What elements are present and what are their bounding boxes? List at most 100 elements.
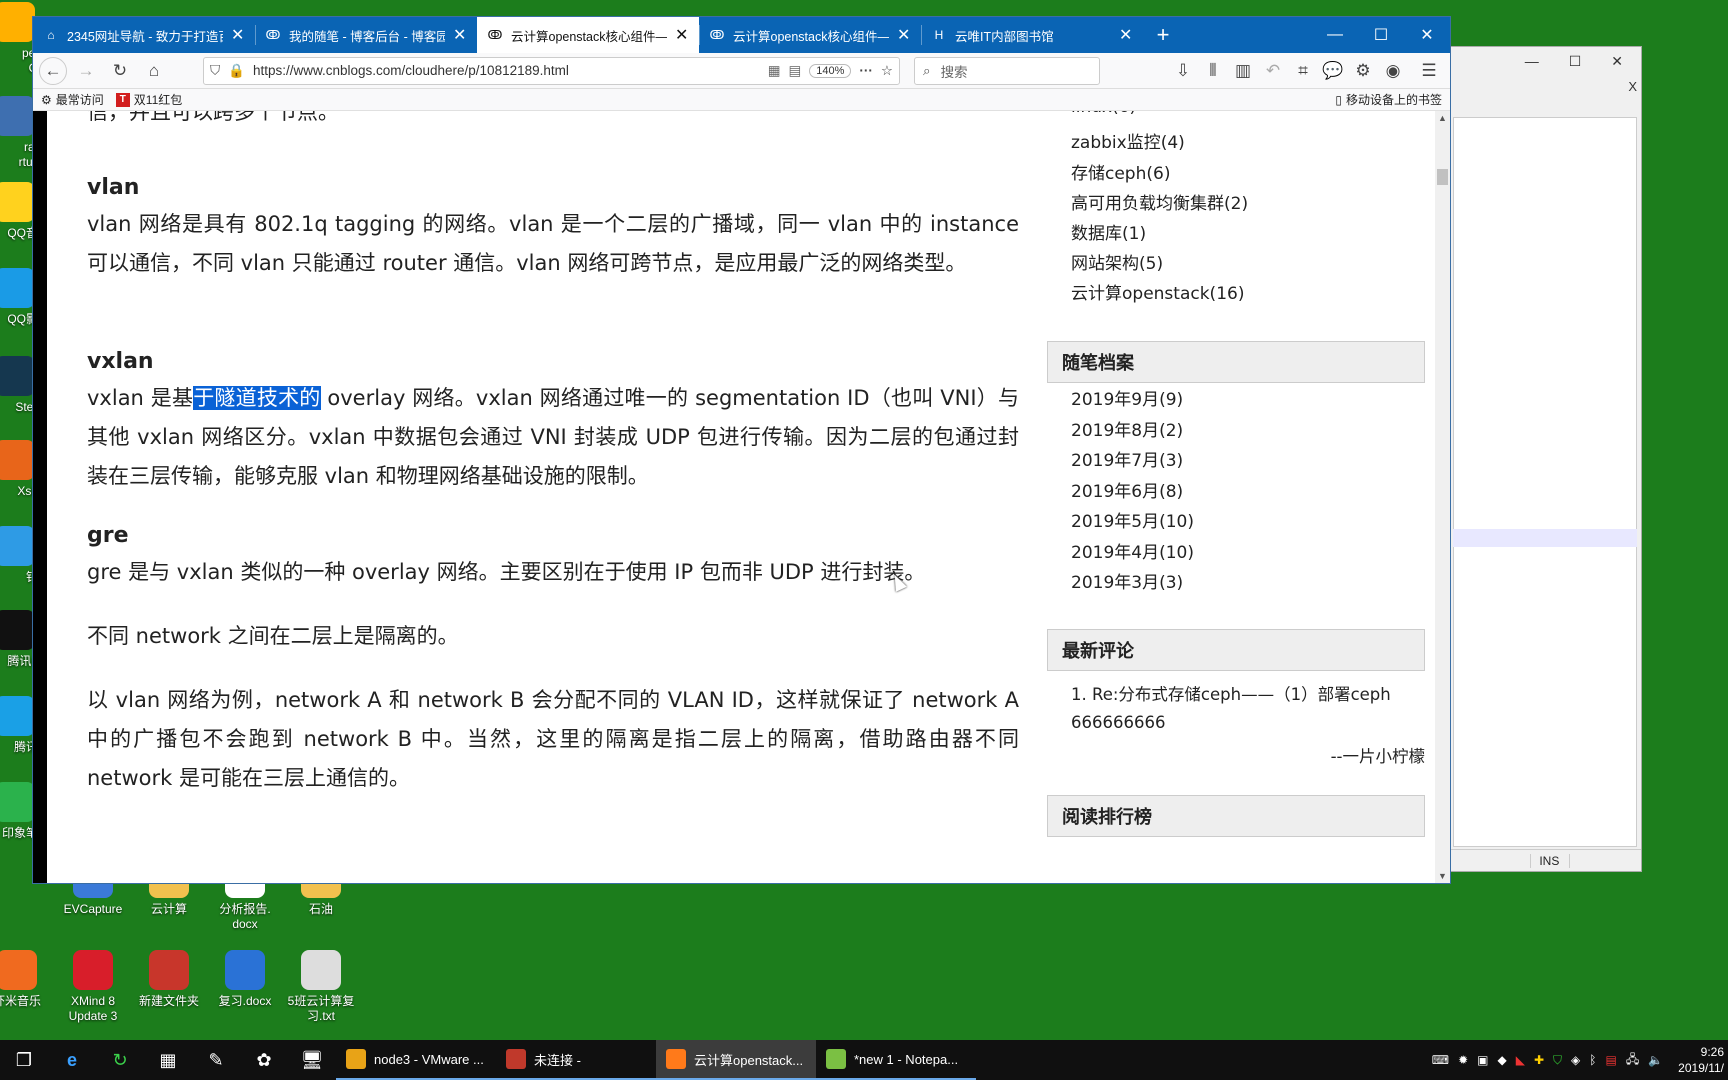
- category-link[interactable]: 网站架构(5): [1071, 249, 1163, 274]
- tray-app-icon[interactable]: ▣: [1477, 1053, 1488, 1067]
- tray-app-icon[interactable]: ✚: [1534, 1053, 1544, 1067]
- qr-code-icon[interactable]: ▦: [768, 63, 781, 79]
- bluetooth-icon[interactable]: ᛒ: [1589, 1053, 1596, 1067]
- page-viewport[interactable]: 信，并且可以跨多个节点。 vlan vlan 网络是具有 802.1q tagg…: [33, 111, 1450, 883]
- tray-app-icon[interactable]: ✹: [1458, 1053, 1468, 1067]
- url-bar[interactable]: ⛉ 🔒 https://www.cnblogs.com/cloudhere/p/…: [203, 56, 900, 85]
- task-view-icon[interactable]: ❐: [0, 1040, 48, 1080]
- close-button[interactable]: ✕: [1404, 17, 1450, 53]
- refresh-app-icon[interactable]: ↻: [96, 1040, 144, 1080]
- minimize-button[interactable]: —: [1312, 17, 1358, 53]
- ie-icon[interactable]: e: [48, 1040, 96, 1080]
- taskbar-task[interactable]: node3 - VMware ...: [336, 1040, 496, 1080]
- desktop-icon[interactable]: 5班云计算复 习.txt: [282, 950, 360, 1024]
- selected-text[interactable]: 于隧道技术的: [193, 386, 321, 410]
- bookmark-star-icon[interactable]: ☆: [881, 63, 893, 79]
- chat-icon[interactable]: 💬: [1318, 56, 1348, 86]
- tab-close-icon[interactable]: ✕: [231, 25, 245, 45]
- tray-app-icon[interactable]: ◣: [1516, 1053, 1525, 1067]
- new-tab-button[interactable]: +: [1143, 17, 1183, 53]
- archive-link[interactable]: 2019年5月(10): [1071, 507, 1194, 532]
- archive-link[interactable]: 2019年9月(9): [1071, 385, 1183, 410]
- shield-icon[interactable]: ⛉: [1553, 1053, 1562, 1068]
- computer-icon[interactable]: 🖥: [288, 1040, 336, 1080]
- library-icon[interactable]: ⫴: [1198, 56, 1228, 86]
- tray-app-icon[interactable]: ◈: [1571, 1053, 1580, 1067]
- sidebar-icon[interactable]: ▥: [1228, 56, 1258, 86]
- desktop-icon[interactable]: 复习.docx: [206, 950, 284, 1009]
- crop-icon[interactable]: ⌗: [1288, 56, 1318, 86]
- web-page[interactable]: 信，并且可以跨多个节点。 vlan vlan 网络是具有 802.1q tagg…: [47, 111, 1435, 883]
- taskbar-task[interactable]: 云计算openstack...: [656, 1040, 816, 1080]
- archive-link[interactable]: 2019年6月(8): [1071, 477, 1183, 502]
- browser-window[interactable]: ⌂ 2345网址导航 - 致力于打造百 ✕ ↂ 我的随笔 - 博客后台 - 博客园 ✕ ↂ 云…: [32, 16, 1451, 884]
- tab-close-icon[interactable]: ✕: [1119, 25, 1133, 45]
- clock[interactable]: 9:26 2019/11/: [1672, 1044, 1724, 1076]
- category-link[interactable]: zabbix监控(4): [1071, 128, 1185, 153]
- home-button[interactable]: ⌂: [139, 56, 169, 86]
- archive-link[interactable]: 2019年4月(10): [1071, 538, 1194, 563]
- app-icon: [0, 96, 35, 136]
- scroll-down-icon[interactable]: ▼: [1435, 869, 1450, 883]
- page-scrollbar[interactable]: ▲ ▼: [1435, 111, 1450, 883]
- archive-link[interactable]: 2019年8月(2): [1071, 416, 1183, 441]
- comment-author[interactable]: --一片小柠檬: [1331, 743, 1425, 767]
- extension-icon[interactable]: ⚙: [1348, 56, 1378, 86]
- minimize-icon[interactable]: —: [1525, 53, 1539, 69]
- maximize-button[interactable]: ☐: [1358, 17, 1404, 53]
- bg-editor-area[interactable]: [1453, 117, 1637, 847]
- browser-tab[interactable]: ↂ 云计算openstack核心组件—— ✕: [699, 17, 921, 53]
- browser-tab[interactable]: H 云唯IT内部图书馆 ✕: [921, 17, 1143, 53]
- search-input[interactable]: ⌕ 搜索: [914, 56, 1100, 85]
- scroll-thumb[interactable]: [1437, 169, 1448, 185]
- tool-icon[interactable]: ✎: [192, 1040, 240, 1080]
- keyboard-icon[interactable]: ⌨: [1432, 1053, 1449, 1067]
- maximize-icon[interactable]: ☐: [1569, 53, 1582, 70]
- network-icon[interactable]: 🖧: [1626, 1050, 1639, 1071]
- reader-view-icon[interactable]: ▤: [788, 63, 801, 79]
- tray-app-icon[interactable]: ◆: [1498, 1053, 1507, 1067]
- tab-close-icon[interactable]: ✕: [897, 25, 911, 45]
- taskbar-task[interactable]: 未连接 -: [496, 1040, 656, 1080]
- browser-tab[interactable]: ⌂ 2345网址导航 - 致力于打造百 ✕: [33, 17, 255, 53]
- browser-tab[interactable]: ↂ 我的随笔 - 博客后台 - 博客园 ✕: [255, 17, 477, 53]
- archive-link[interactable]: 2019年3月(3): [1071, 568, 1183, 593]
- tray-app-icon[interactable]: ▤: [1605, 1053, 1616, 1067]
- url-text[interactable]: https://www.cnblogs.com/cloudhere/p/1081…: [253, 63, 760, 78]
- shield-icon[interactable]: ⛉: [210, 63, 220, 79]
- comment-title-link[interactable]: 1. Re:分布式存储ceph——（1）部署ceph: [1071, 681, 1391, 705]
- category-link[interactable]: linux(6): [1071, 111, 1136, 117]
- calculator-icon[interactable]: ▦: [144, 1040, 192, 1080]
- account-icon[interactable]: ◉: [1378, 56, 1408, 86]
- close-icon[interactable]: ✕: [1611, 53, 1623, 70]
- browser-tab[interactable]: ↂ 云计算openstack核心组件—— ✕: [477, 17, 699, 53]
- tab-close-icon[interactable]: ✕: [453, 25, 467, 45]
- bookmark-most-visited[interactable]: ⚙ 最常访问: [41, 91, 104, 108]
- lock-icon[interactable]: 🔒: [228, 63, 245, 79]
- archive-link[interactable]: 2019年7月(3): [1071, 446, 1183, 471]
- forward-button[interactable]: →: [71, 56, 101, 86]
- gear-icon: ⚙: [41, 92, 52, 107]
- download-icon[interactable]: ⇩: [1168, 56, 1198, 86]
- reload-button[interactable]: ↻: [105, 56, 135, 86]
- menu-icon[interactable]: ☰: [1414, 56, 1444, 86]
- undo-icon[interactable]: ↶: [1258, 56, 1288, 86]
- page-actions-icon[interactable]: ···: [859, 63, 873, 78]
- category-link[interactable]: 数据库(1): [1071, 219, 1146, 244]
- category-link[interactable]: 存储ceph(6): [1071, 159, 1170, 184]
- volume-icon[interactable]: 🔈: [1648, 1053, 1663, 1067]
- tab-close-icon[interactable]: ✕: [675, 25, 689, 45]
- paint-icon[interactable]: ✿: [240, 1040, 288, 1080]
- scroll-up-icon[interactable]: ▲: [1435, 111, 1450, 125]
- bookmark-double11[interactable]: T 双11红包: [115, 91, 182, 108]
- taskbar-task[interactable]: *new 1 - Notepa...: [816, 1040, 976, 1080]
- category-link[interactable]: 高可用负载均衡集群(2): [1071, 189, 1248, 214]
- mobile-bookmarks[interactable]: ▯ 移动设备上的书签: [1335, 91, 1442, 108]
- category-link[interactable]: 云计算openstack(16): [1071, 279, 1244, 304]
- back-button[interactable]: ←: [39, 56, 67, 85]
- bg-window-close-x[interactable]: X: [1628, 79, 1637, 94]
- zoom-indicator[interactable]: 140%: [809, 63, 852, 78]
- desktop-icon[interactable]: 虾米音乐: [0, 950, 56, 1009]
- desktop-icon[interactable]: XMind 8 Update 3: [54, 950, 132, 1024]
- desktop-icon[interactable]: 新建文件夹: [130, 950, 208, 1009]
